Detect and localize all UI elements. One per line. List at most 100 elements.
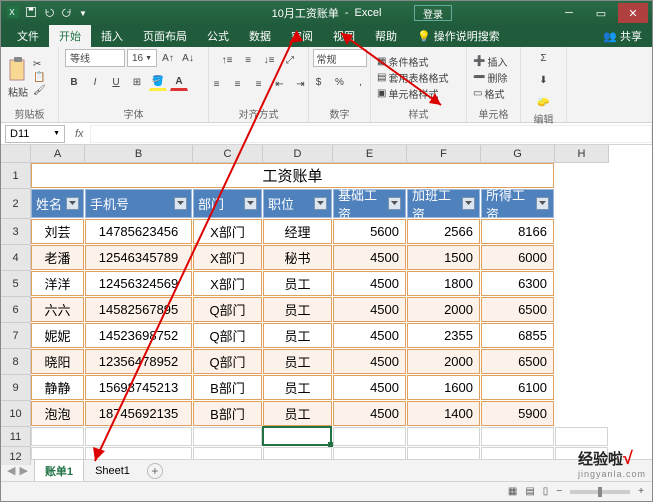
- data-cell[interactable]: 1500: [407, 245, 480, 270]
- filter-button[interactable]: [244, 197, 257, 210]
- tab-data[interactable]: 数据: [239, 25, 281, 47]
- bold-button[interactable]: B: [65, 73, 83, 91]
- underline-button[interactable]: U: [107, 73, 125, 91]
- data-cell[interactable]: 2000: [407, 349, 480, 374]
- align-middle-icon[interactable]: ≡: [239, 51, 257, 69]
- data-cell[interactable]: 5600: [333, 219, 406, 244]
- login-button[interactable]: 登录: [414, 5, 452, 21]
- clear-icon[interactable]: 🧽: [535, 93, 553, 111]
- row-header-12[interactable]: 12: [1, 447, 31, 465]
- cut-icon[interactable]: ✂: [33, 59, 46, 70]
- font-color-button[interactable]: A: [170, 73, 188, 91]
- row-header-2[interactable]: 2: [1, 189, 31, 219]
- data-cell[interactable]: 4500: [333, 297, 406, 322]
- format-painter-icon[interactable]: 🖌: [33, 85, 46, 96]
- fill-color-button[interactable]: 🪣: [149, 73, 167, 91]
- select-all-corner[interactable]: [1, 145, 31, 163]
- data-cell[interactable]: 经理: [263, 219, 332, 244]
- filter-button[interactable]: [174, 197, 187, 210]
- data-cell[interactable]: 6000: [481, 245, 554, 270]
- col-header-H[interactable]: H: [555, 145, 609, 163]
- align-left-icon[interactable]: ≡: [208, 75, 226, 93]
- data-cell[interactable]: 12456324569: [85, 271, 192, 296]
- filter-button[interactable]: [66, 197, 79, 210]
- number-format-select[interactable]: 常规: [313, 49, 367, 67]
- data-cell[interactable]: 六六: [31, 297, 84, 322]
- table-header[interactable]: 所得工资: [481, 189, 554, 218]
- data-cell[interactable]: Q部门: [193, 323, 262, 348]
- data-cell[interactable]: B部门: [193, 401, 262, 426]
- sheet-tab-1[interactable]: 账单1: [34, 459, 84, 483]
- col-header-D[interactable]: D: [263, 145, 333, 163]
- copy-icon[interactable]: 📋: [33, 72, 46, 83]
- table-header[interactable]: 加班工资: [407, 189, 480, 218]
- percent-icon[interactable]: %: [331, 73, 349, 91]
- sheet-nav-next[interactable]: ▶: [19, 464, 27, 477]
- empty-cell[interactable]: [193, 427, 262, 446]
- tell-me[interactable]: 💡 操作说明搜索: [407, 25, 510, 47]
- data-cell[interactable]: 14523698752: [85, 323, 192, 348]
- data-cell[interactable]: 6855: [481, 323, 554, 348]
- empty-cell[interactable]: [85, 427, 192, 446]
- tab-home[interactable]: 开始: [49, 25, 91, 47]
- view-layout-icon[interactable]: ▤: [525, 486, 534, 497]
- empty-cell[interactable]: [31, 427, 84, 446]
- zoom-in-icon[interactable]: +: [638, 486, 644, 497]
- spreadsheet-grid[interactable]: ABCDEFGH 12345678910111213 工资账单姓名手机号部门职位…: [1, 145, 652, 465]
- sheet-nav-prev[interactable]: ◀: [7, 464, 15, 477]
- italic-button[interactable]: I: [86, 73, 104, 91]
- undo-icon[interactable]: [43, 6, 55, 21]
- zoom-slider[interactable]: [570, 490, 630, 494]
- table-header[interactable]: 职位: [263, 189, 332, 218]
- row-header-7[interactable]: 7: [1, 323, 31, 349]
- border-button[interactable]: ⊞: [128, 73, 146, 91]
- zoom-out-icon[interactable]: −: [556, 486, 562, 497]
- table-header[interactable]: 基础工资: [333, 189, 406, 218]
- fill-icon[interactable]: ⬇: [535, 71, 553, 89]
- indent-inc-icon[interactable]: ⇥: [292, 75, 310, 93]
- view-pagebreak-icon[interactable]: ▯: [543, 486, 549, 497]
- tab-view[interactable]: 视图: [323, 25, 365, 47]
- filter-button[interactable]: [388, 197, 401, 210]
- table-header[interactable]: 手机号: [85, 189, 192, 218]
- orientation-icon[interactable]: ⤢: [281, 51, 299, 69]
- data-cell[interactable]: 1800: [407, 271, 480, 296]
- row-header-10[interactable]: 10: [1, 401, 31, 427]
- minimize-button[interactable]: ─: [554, 3, 584, 23]
- data-cell[interactable]: 1400: [407, 401, 480, 426]
- delete-cells-button[interactable]: ➖删除: [473, 70, 507, 85]
- table-header[interactable]: 部门: [193, 189, 262, 218]
- font-size-select[interactable]: 16▼: [127, 49, 157, 67]
- col-header-A[interactable]: A: [31, 145, 85, 163]
- align-top-icon[interactable]: ↑≡: [218, 51, 236, 69]
- decrease-size-icon[interactable]: A↓: [179, 49, 197, 67]
- data-cell[interactable]: Q部门: [193, 297, 262, 322]
- filter-button[interactable]: [314, 197, 327, 210]
- font-name-select[interactable]: 等线: [65, 49, 125, 67]
- data-cell[interactable]: 8166: [481, 219, 554, 244]
- data-cell[interactable]: 员工: [263, 271, 332, 296]
- col-header-B[interactable]: B: [85, 145, 193, 163]
- data-cell[interactable]: 12546345789: [85, 245, 192, 270]
- data-cell[interactable]: 5900: [481, 401, 554, 426]
- data-cell[interactable]: 14582567895: [85, 297, 192, 322]
- format-cells-button[interactable]: ▭格式: [473, 86, 507, 101]
- data-cell[interactable]: 泡泡: [31, 401, 84, 426]
- formula-input[interactable]: [90, 125, 652, 143]
- data-cell[interactable]: 6500: [481, 349, 554, 374]
- fx-icon[interactable]: fx: [69, 128, 90, 140]
- tab-insert[interactable]: 插入: [91, 25, 133, 47]
- row-header-11[interactable]: 11: [1, 427, 31, 447]
- col-header-E[interactable]: E: [333, 145, 407, 163]
- data-cell[interactable]: X部门: [193, 219, 262, 244]
- tab-help[interactable]: 帮助: [365, 25, 407, 47]
- row-header-5[interactable]: 5: [1, 271, 31, 297]
- data-cell[interactable]: 员工: [263, 323, 332, 348]
- comma-icon[interactable]: ,: [352, 73, 370, 91]
- data-cell[interactable]: X部门: [193, 245, 262, 270]
- tab-formula[interactable]: 公式: [197, 25, 239, 47]
- filter-button[interactable]: [462, 197, 475, 210]
- restore-button[interactable]: ▭: [586, 3, 616, 23]
- qat-dropdown-icon[interactable]: ▼: [79, 9, 87, 18]
- data-cell[interactable]: 14785623456: [85, 219, 192, 244]
